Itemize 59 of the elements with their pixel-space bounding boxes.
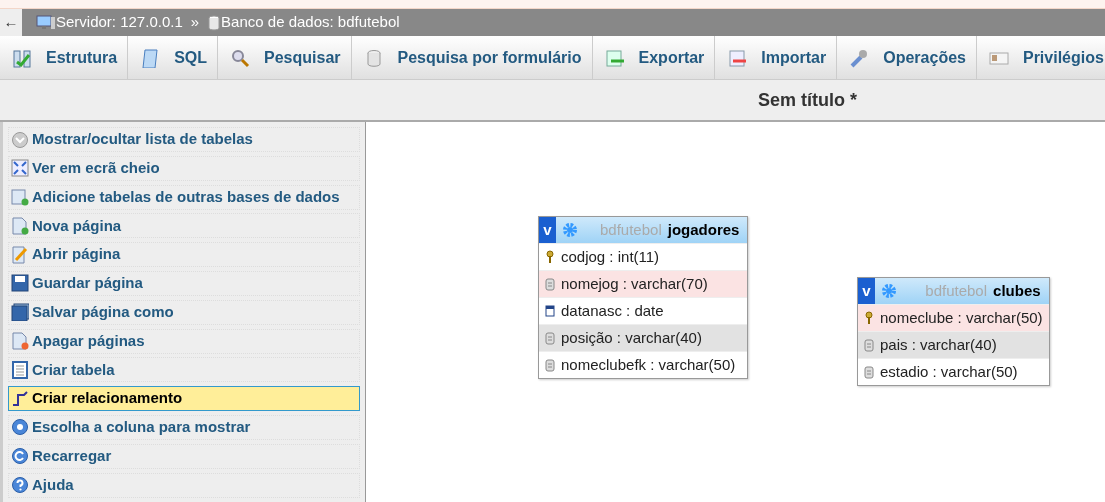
column-row[interactable]: posição : varchar(40)	[539, 324, 748, 351]
sidebar-item[interactable]: Abrir página	[8, 242, 360, 268]
sidebar-item[interactable]: Mostrar/ocultar lista de tabelas	[8, 127, 360, 152]
fullscreen-icon	[11, 159, 29, 178]
database-link[interactable]: Banco de dados: bdfutebol	[221, 11, 400, 34]
sidebar-item[interactable]: Escolha a coluna para mostrar	[8, 414, 360, 440]
settings-icon	[881, 283, 897, 299]
floppy-stack-icon	[11, 303, 29, 322]
database-name: bdfutebol	[599, 219, 662, 240]
search-icon	[230, 48, 250, 68]
column-row[interactable]: nomeclube : varchar(50)	[858, 304, 1049, 331]
table-name: clubes	[993, 280, 1041, 301]
text-column-icon	[545, 276, 555, 292]
calendar-icon	[545, 303, 555, 319]
column-row[interactable]: nomejog : varchar(70)	[539, 270, 748, 297]
sidebar-item[interactable]: Ajuda	[8, 472, 360, 498]
server-link[interactable]: Servidor: 127.0.0.1	[56, 11, 183, 34]
text-column-icon	[864, 337, 874, 353]
chevron-circle-icon	[11, 130, 29, 149]
table-check-icon	[12, 48, 32, 68]
database-name: bdfutebol	[924, 280, 988, 301]
sidebar-item[interactable]: Adicione tabelas de outras bases de dados	[8, 184, 360, 210]
text-column-icon	[545, 357, 555, 373]
toggle-button[interactable]: v	[858, 278, 875, 304]
sidebar-item[interactable]: Recarregar	[8, 443, 360, 469]
settings-icon	[562, 222, 578, 238]
table-card[interactable]: v bdfutebol clubes nomeclube : varchar(50) pais : varchar(40) estadio : varchar(50)	[857, 277, 1050, 386]
page-minus-icon	[11, 332, 29, 351]
circle-icon	[11, 418, 29, 437]
text-column-icon	[864, 364, 874, 380]
sidebar-item[interactable]: Nova página	[8, 213, 360, 239]
page-pencil-icon	[11, 245, 29, 264]
sidebar-item[interactable]: Apagar páginas	[8, 328, 360, 354]
column-row[interactable]: pais : varchar(40)	[858, 331, 1049, 358]
column-row[interactable]: estadio : varchar(50)	[858, 358, 1049, 385]
help-icon	[11, 476, 29, 495]
table-plus-icon	[11, 188, 29, 207]
text-column-icon	[545, 330, 555, 346]
table-card[interactable]: v bdfutebol jogadores codjog : int(11) nomejog : varchar(70) datanasc : date posição : varchar(40) nomeclubefk : varchar(50)	[538, 216, 749, 379]
sidebar-item[interactable]: Criar relacionamento	[8, 386, 360, 412]
server-icon	[36, 14, 56, 31]
sidebar-item[interactable]: Criar tabela	[8, 357, 360, 383]
connector-icon	[11, 389, 29, 408]
page-title: Sem título *	[758, 88, 857, 112]
floppy-icon	[11, 274, 29, 293]
sidebar-item[interactable]: Guardar página	[8, 271, 360, 296]
back-button[interactable]: ←	[0, 9, 22, 36]
database-icon	[207, 14, 222, 31]
key-icon	[545, 249, 555, 265]
page-plus-icon	[11, 216, 29, 235]
table-name: jogadores	[667, 219, 740, 240]
toggle-button[interactable]: v	[539, 217, 556, 243]
key-icon	[864, 310, 874, 326]
breadcrumb-separator: »	[190, 12, 200, 33]
column-row[interactable]: nomeclubefk : varchar(50)	[539, 351, 748, 378]
table-icon	[11, 360, 29, 379]
sidebar-item[interactable]: Ver em ecrã cheio	[8, 155, 360, 181]
sidebar-item[interactable]: Salvar página como	[8, 299, 360, 325]
reload-icon	[11, 447, 29, 466]
